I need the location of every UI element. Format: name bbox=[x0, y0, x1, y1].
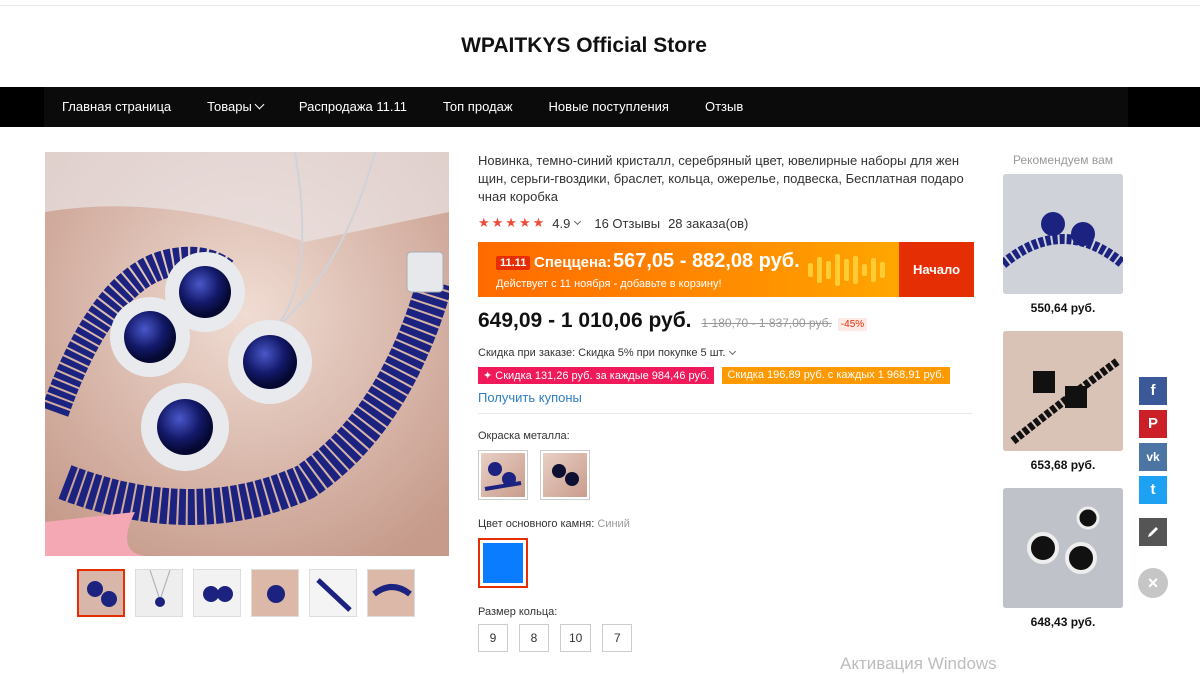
recommended-title: Рекомендуем вам bbox=[1012, 153, 1114, 167]
facebook-icon[interactable]: f bbox=[1139, 377, 1167, 405]
chevron-down-icon bbox=[254, 99, 265, 110]
nav-sale-label: Распродажа 11.11 bbox=[298, 99, 407, 114]
orders-count: 28 заказа(ов) bbox=[668, 215, 749, 231]
ring-size-options: 9 8 10 7 bbox=[478, 624, 974, 652]
twitter-icon[interactable]: t bbox=[1139, 476, 1167, 504]
star-rating-icon: ★★★★★ bbox=[478, 215, 547, 230]
navbar-inner: Главная страница Товары Распродажа 11.11… bbox=[44, 87, 1128, 127]
edit-pencil-icon[interactable] bbox=[1139, 518, 1167, 546]
nav-feedback[interactable]: Отзыв bbox=[687, 87, 761, 127]
nav-products-label: Товары bbox=[207, 99, 252, 114]
thumbnail-3[interactable] bbox=[193, 569, 241, 617]
promo-banner-body: 11.11 Спеццена: 567,05 - 882,08 руб. Дей… bbox=[478, 242, 899, 297]
vk-icon[interactable]: vk bbox=[1139, 443, 1167, 471]
stone-color-label: Цвет основного камня: Синий bbox=[478, 518, 974, 530]
stone-color-label-text: Цвет основного камня: bbox=[478, 518, 595, 530]
nav-new-arrivals[interactable]: Новые поступления bbox=[531, 87, 687, 127]
chevron-down-icon[interactable] bbox=[574, 217, 582, 225]
thumbnail-5[interactable] bbox=[309, 569, 357, 617]
recommended-image bbox=[1003, 174, 1123, 294]
thumbnail-6[interactable] bbox=[367, 569, 415, 617]
recommended-price: 653,68 руб. bbox=[1030, 458, 1096, 472]
nav-top-sales[interactable]: Топ продаж bbox=[425, 87, 531, 127]
stone-color-option-blue[interactable] bbox=[478, 538, 528, 588]
nav-home[interactable]: Главная страница bbox=[44, 87, 189, 127]
coupon-row: ✦ Скидка 131,26 руб. за каждые 984,46 ру… bbox=[478, 367, 974, 384]
recommended-price: 550,64 руб. bbox=[1030, 301, 1096, 315]
ring-size-label: Размер кольца: bbox=[478, 606, 558, 618]
top-border bbox=[0, 0, 1200, 6]
rating-row: ★★★★★ 4.9 16 Отзывы 28 заказа(ов) bbox=[478, 214, 974, 232]
nav-home-label: Главная страница bbox=[62, 99, 172, 114]
metal-color-options bbox=[478, 450, 974, 500]
nav-sale[interactable]: Распродажа 11.11 bbox=[281, 87, 425, 127]
promo-banner: 11.11 Спеццена: 567,05 - 882,08 руб. Дей… bbox=[478, 242, 974, 297]
reviews-link[interactable]: 16 Отзывы bbox=[594, 216, 660, 231]
pinterest-icon[interactable]: P bbox=[1139, 410, 1167, 438]
divider bbox=[478, 413, 972, 414]
coupon-badge-2[interactable]: Скидка 196,89 руб. с каждых 1 968,91 руб… bbox=[722, 367, 950, 384]
product-title: Новинка, темно-синий кристалл, серебряны… bbox=[478, 153, 964, 204]
metal-color-label: Окраска металла: bbox=[478, 430, 570, 442]
recommended-item[interactable]: 550,64 руб. bbox=[1003, 174, 1123, 315]
thumbnail-1[interactable] bbox=[77, 569, 125, 617]
thumbnail-4[interactable] bbox=[251, 569, 299, 617]
stone-color-value: Синий bbox=[597, 518, 630, 530]
windows-activation-watermark: Активация Windows bbox=[840, 654, 997, 673]
recommended-item[interactable]: 653,68 руб. bbox=[1003, 331, 1123, 472]
chevron-down-icon bbox=[729, 347, 737, 356]
thumbnail-strip bbox=[77, 569, 415, 617]
promo-price: 567,05 - 882,08 руб. bbox=[613, 250, 800, 272]
nav-new-arrivals-label: Новые поступления bbox=[548, 99, 669, 114]
promo-subtitle: Действует с 11 ноября - добавьте в корзи… bbox=[496, 278, 722, 290]
promo-badge: 11.11 bbox=[496, 256, 531, 270]
nav-feedback-label: Отзыв bbox=[704, 99, 744, 114]
color-swatch bbox=[483, 543, 523, 583]
get-coupons-link[interactable]: Получить купоны bbox=[478, 390, 974, 405]
main-product-image[interactable] bbox=[45, 152, 449, 556]
close-icon[interactable]: × bbox=[1138, 568, 1168, 598]
recommended-image bbox=[1003, 331, 1123, 451]
thumbnail-2[interactable] bbox=[135, 569, 183, 617]
ring-size-option[interactable]: 9 bbox=[478, 624, 508, 652]
metal-option-1[interactable] bbox=[478, 450, 528, 500]
recommended-price: 648,43 руб. bbox=[1030, 615, 1096, 629]
order-discount-text: Скидка при заказе: Скидка 5% при покупке… bbox=[478, 347, 726, 359]
store-title: WPAITKYS Official Store bbox=[461, 34, 707, 57]
promo-start-button[interactable]: Начало bbox=[899, 242, 974, 297]
recommended-item[interactable]: 648,43 руб. bbox=[1003, 488, 1123, 629]
nav-top-sales-label: Топ продаж bbox=[443, 99, 513, 114]
discount-badge: -45% bbox=[837, 318, 868, 331]
metal-option-2[interactable] bbox=[540, 450, 590, 500]
current-price: 649,09 - 1 010,06 руб. bbox=[478, 309, 692, 332]
ring-size-option[interactable]: 8 bbox=[519, 624, 549, 652]
jewelry-photo bbox=[45, 152, 449, 556]
coupon-badge-1[interactable]: ✦ Скидка 131,26 руб. за каждые 984,46 ру… bbox=[478, 367, 715, 384]
promo-label: Спеццена: bbox=[534, 254, 612, 271]
price-row: 649,09 - 1 010,06 руб. 1 180,70 - 1 837,… bbox=[478, 309, 974, 337]
ring-size-option[interactable]: 10 bbox=[560, 624, 592, 652]
recommended-image bbox=[1003, 488, 1123, 608]
ring-size-option[interactable]: 7 bbox=[602, 624, 633, 652]
equalizer-icon bbox=[808, 252, 888, 288]
old-price: 1 180,70 - 1 837,00 руб. bbox=[701, 316, 832, 330]
product-info: Новинка, темно-синий кристалл, серебряны… bbox=[478, 152, 974, 652]
order-discount-info[interactable]: Скидка при заказе: Скидка 5% при покупке… bbox=[478, 347, 974, 359]
rating-value[interactable]: 4.9 bbox=[552, 216, 570, 231]
store-navbar: Главная страница Товары Распродажа 11.11… bbox=[0, 87, 1200, 127]
nav-products[interactable]: Товары bbox=[189, 87, 281, 127]
